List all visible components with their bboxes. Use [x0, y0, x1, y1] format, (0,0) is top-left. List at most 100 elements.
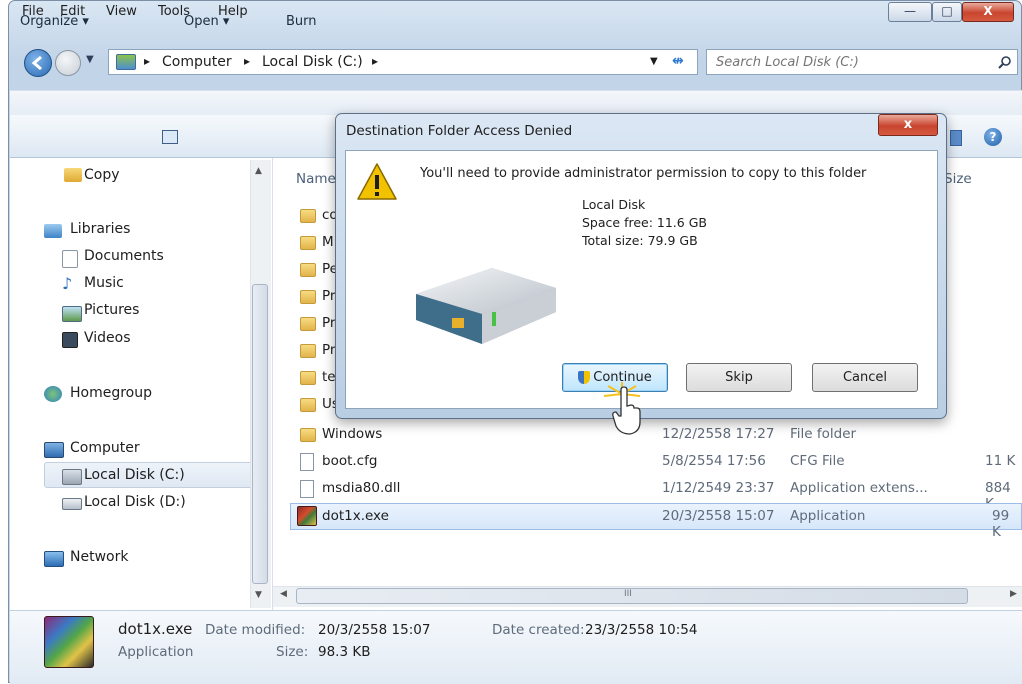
details-created-label: Date created:	[492, 622, 585, 638]
burn-button[interactable]: Burn	[286, 14, 317, 29]
breadcrumb-separator[interactable]: ▸	[244, 54, 250, 68]
nav-scroll-thumb[interactable]	[252, 284, 268, 584]
organize-button[interactable]: Organize ▾	[20, 14, 89, 29]
search-input[interactable]	[714, 51, 988, 73]
file-name[interactable]: Pr	[322, 288, 335, 304]
computer-icon	[44, 442, 64, 458]
open-button[interactable]: Open ▾	[184, 14, 229, 29]
drive-total-size: Total size: 79.9 GB	[582, 233, 698, 248]
cfg-file-icon	[300, 453, 314, 471]
file-type: Application extens...	[790, 480, 928, 496]
music-icon: ♪	[62, 274, 73, 293]
preview-pane-icon[interactable]	[950, 130, 962, 146]
documents-icon	[62, 250, 78, 268]
pictures-icon	[62, 306, 82, 322]
file-date: 1/12/2549 23:37	[662, 480, 775, 496]
hard-drive-icon	[416, 268, 556, 344]
back-arrow-icon	[31, 55, 42, 71]
file-type: File folder	[790, 426, 857, 442]
file-name[interactable]: Pr	[322, 315, 335, 331]
details-file-name: dot1x.exe	[118, 620, 193, 638]
nav-copy[interactable]: Copy	[84, 167, 120, 183]
maximize-button[interactable]: □	[932, 2, 962, 22]
details-created-value: 23/3/2558 10:54	[585, 622, 698, 638]
dialog-close-button[interactable]: x	[878, 114, 938, 136]
file-name[interactable]: M	[322, 234, 334, 250]
details-file-kind: Application	[118, 644, 194, 660]
column-header-size[interactable]: Size	[944, 171, 972, 187]
local-disk-d-icon	[62, 498, 82, 510]
warning-icon	[357, 163, 397, 200]
breadcrumb-separator[interactable]: ▸	[372, 54, 378, 68]
file-size: 99 K	[992, 508, 1010, 540]
file-date: 5/8/2554 17:56	[662, 453, 766, 469]
column-header-name[interactable]: Name	[296, 171, 336, 187]
computer-icon	[116, 54, 136, 70]
nav-videos[interactable]: Videos	[84, 330, 131, 346]
search-icon[interactable]	[998, 55, 1012, 69]
hand-cursor-icon	[612, 386, 641, 435]
folder-icon	[300, 371, 316, 385]
back-button[interactable]	[24, 49, 52, 77]
horizontal-scroll-thumb[interactable]	[296, 588, 968, 604]
file-name[interactable]: msdia80.dll	[322, 480, 400, 496]
scroll-right-icon[interactable]: ▶	[1010, 589, 1017, 599]
file-name[interactable]: Pr	[322, 342, 335, 358]
file-name[interactable]: Windows	[322, 426, 382, 442]
videos-icon	[62, 332, 78, 348]
refresh-icon[interactable]: ↮	[672, 53, 684, 69]
dialog-message: You'll need to provide administrator per…	[420, 166, 867, 181]
nav-documents[interactable]: Documents	[84, 248, 164, 264]
breadcrumb-computer[interactable]: Computer	[162, 54, 232, 70]
nav-scroll-up-icon[interactable]: ▲	[255, 166, 262, 176]
folder-icon	[300, 398, 316, 412]
dialog-title: Destination Folder Access Denied	[346, 123, 573, 139]
nav-music[interactable]: Music	[84, 275, 124, 291]
open-icon	[162, 130, 178, 144]
drive-space-free: Space free: 11.6 GB	[582, 215, 707, 230]
nav-network[interactable]: Network	[70, 549, 128, 565]
libraries-icon	[44, 224, 62, 238]
nav-scroll-down-icon[interactable]: ▼	[255, 590, 262, 600]
network-icon	[44, 551, 64, 567]
file-name[interactable]: boot.cfg	[322, 453, 377, 469]
folder-icon	[300, 263, 316, 277]
skip-button[interactable]: Skip	[686, 363, 792, 392]
nav-local-disk-c[interactable]: Local Disk (C:)	[84, 467, 185, 483]
nav-local-disk-d[interactable]: Local Disk (D:)	[84, 494, 186, 510]
scroll-left-icon[interactable]: ◀	[280, 589, 287, 599]
cancel-button[interactable]: Cancel	[812, 363, 918, 392]
help-icon[interactable]: ?	[984, 128, 1002, 146]
nav-computer[interactable]: Computer	[70, 440, 140, 456]
file-name[interactable]: te	[322, 369, 336, 385]
details-size-label: Size:	[276, 644, 309, 660]
details-modified-value: 20/3/2558 15:07	[318, 622, 431, 638]
copy-icon	[64, 168, 82, 182]
exe-installer-icon	[297, 506, 317, 526]
folder-icon	[300, 209, 316, 223]
address-history-dropdown[interactable]: ▼	[650, 56, 658, 67]
breadcrumb-local-disk[interactable]: Local Disk (C:)	[262, 54, 363, 70]
minimize-button[interactable]: —	[888, 2, 932, 22]
folder-icon	[300, 344, 316, 358]
nav-homegroup[interactable]: Homegroup	[70, 385, 152, 401]
recent-pages-dropdown[interactable]: ▼	[86, 54, 94, 65]
drive-name: Local Disk	[582, 197, 646, 212]
selected-row-highlight[interactable]	[290, 503, 1022, 530]
folder-icon	[300, 317, 316, 331]
nav-libraries[interactable]: Libraries	[70, 221, 130, 237]
folder-icon	[300, 428, 316, 442]
menu-view[interactable]: View	[106, 4, 137, 19]
file-name[interactable]: dot1x.exe	[322, 508, 389, 524]
forward-button[interactable]	[55, 50, 81, 76]
file-size: 11 K	[985, 453, 1016, 469]
breadcrumb-separator[interactable]: ▸	[144, 54, 150, 68]
close-button[interactable]: X	[962, 2, 1014, 22]
file-date: 20/3/2558 15:07	[662, 508, 775, 524]
file-type: Application	[790, 508, 866, 524]
dll-file-icon	[300, 480, 314, 498]
file-type: CFG File	[790, 453, 845, 469]
details-size-value: 98.3 KB	[318, 644, 371, 660]
uac-shield-icon	[578, 371, 591, 384]
nav-pictures[interactable]: Pictures	[84, 302, 139, 318]
